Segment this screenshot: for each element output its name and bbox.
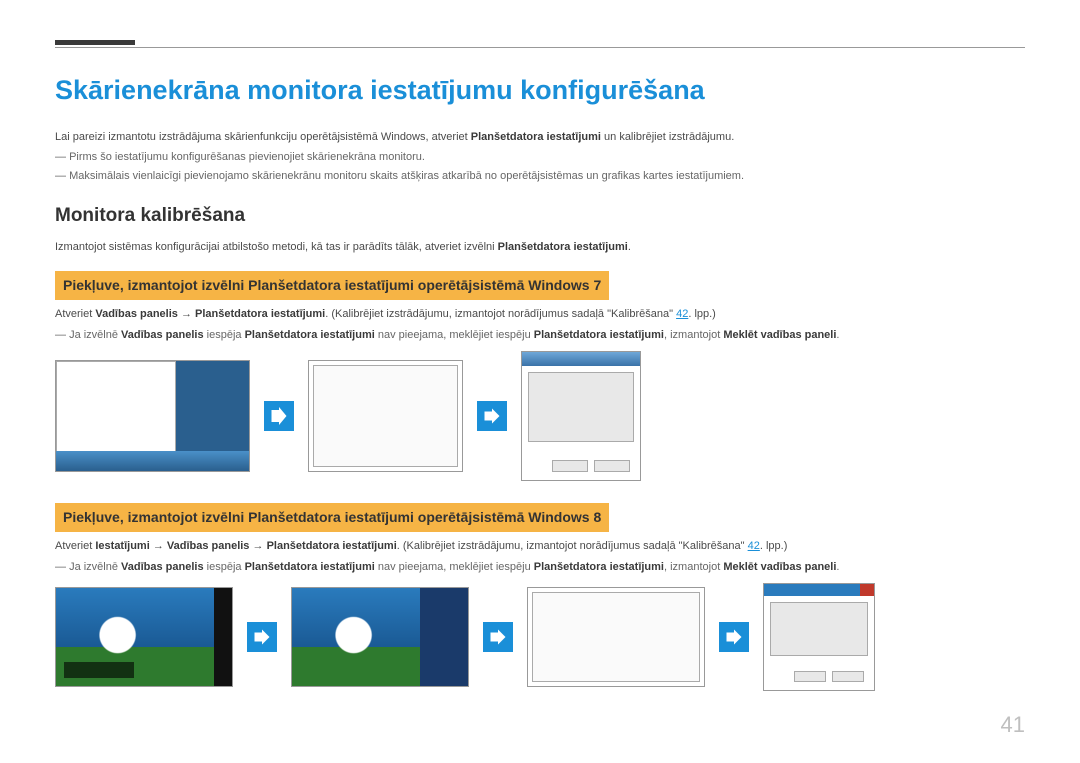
win7-page-link[interactable]: 42 [676, 308, 688, 320]
chapter-rule-thick [55, 40, 135, 45]
win8-a1: → [150, 540, 167, 552]
win7-screenshot-row [55, 351, 1025, 481]
win8-paragraph: Atveriet Iestatījumi → Vadības panelis →… [55, 538, 1025, 555]
intro-text-2: un kalibrējiet izstrādājumu. [601, 131, 734, 143]
win8-d-m2: nav pieejama, meklējiet iespēju [375, 561, 534, 573]
win8-d-m3: , izmantojot [664, 561, 723, 573]
win7-shot-controlpanel [308, 360, 463, 472]
win8-b1: Iestatījumi [95, 540, 149, 552]
section-text-1: Izmantojot sistēmas konfigurācijai atbil… [55, 241, 498, 253]
win7-d-b2: Planšetdatora iestatījumi [245, 329, 375, 341]
win8-a2: → [249, 540, 266, 552]
win7-t1: Atveriet [55, 308, 95, 320]
win7-d-t1: Ja izvēlnē [69, 329, 121, 341]
win7-heading-band: Piekļuve, izmantojot izvēlni Planšetdato… [55, 271, 609, 300]
page-title: Skārienekrāna monitora iestatījumu konfi… [55, 70, 1025, 111]
section-text-2: . [628, 241, 631, 253]
chapter-rule-thin [55, 47, 1025, 48]
intro-bold: Planšetdatora iestatījumi [471, 131, 601, 143]
intro-note-2: Maksimālais vienlaicīgi pievienojamo skā… [55, 168, 1025, 185]
section-paragraph: Izmantojot sistēmas konfigurācijai atbil… [55, 239, 1025, 256]
win7-d-suf: . [836, 329, 839, 341]
intro-note-1: Pirms šo iestatījumu konfigurēšanas piev… [55, 149, 1025, 166]
win8-b2: Vadības panelis [167, 540, 250, 552]
intro-text-1: Lai pareizi izmantotu izstrādājuma skāri… [55, 131, 471, 143]
win7-d-m1: iespēja [204, 329, 245, 341]
page-number: 41 [1001, 708, 1025, 741]
arrow-icon [264, 401, 294, 431]
win7-shot-tablet-settings [521, 351, 641, 481]
win7-d-b3: Planšetdatora iestatījumi [534, 329, 664, 341]
win8-shot-desktop [55, 587, 233, 687]
win8-b3: Planšetdatora iestatījumi [267, 540, 397, 552]
win7-b1: Vadības panelis [95, 308, 178, 320]
win7-b2: Planšetdatora iestatījumi [195, 308, 325, 320]
win8-shot-controlpanel [527, 587, 705, 687]
win8-d-b3: Planšetdatora iestatījumi [534, 561, 664, 573]
arrow-icon [483, 622, 513, 652]
win7-d-m2: nav pieejama, meklējiet iespēju [375, 329, 534, 341]
win7-paragraph: Atveriet Vadības panelis → Planšetdatora… [55, 306, 1025, 323]
win7-d-b4: Meklēt vadības paneli [723, 329, 836, 341]
win7-tail: . lpp.) [688, 308, 716, 320]
win8-d-b4: Meklēt vadības paneli [723, 561, 836, 573]
win7-a1: → [178, 308, 195, 320]
win8-mid: . (Kalibrējiet izstrādājumu, izmantojot … [397, 540, 748, 552]
arrow-icon [477, 401, 507, 431]
win7-d-m3: , izmantojot [664, 329, 723, 341]
section-heading: Monitora kalibrēšana [55, 202, 1025, 231]
win8-shot-settings-charm [291, 587, 469, 687]
win8-tail: . lpp.) [760, 540, 788, 552]
win8-d-b1: Vadības panelis [121, 561, 204, 573]
win8-heading-band: Piekļuve, izmantojot izvēlni Planšetdato… [55, 503, 609, 532]
win7-note: Ja izvēlnē Vadības panelis iespēja Planš… [55, 327, 1025, 344]
win8-shot-tablet-settings [763, 583, 875, 691]
win7-d-b1: Vadības panelis [121, 329, 204, 341]
section-bold: Planšetdatora iestatījumi [498, 241, 628, 253]
win8-t1: Atveriet [55, 540, 95, 552]
win8-note: Ja izvēlnē Vadības panelis iespēja Planš… [55, 559, 1025, 576]
win8-d-suf: . [836, 561, 839, 573]
win8-d-t1: Ja izvēlnē [69, 561, 121, 573]
win7-mid: . (Kalibrējiet izstrādājumu, izmantojot … [325, 308, 676, 320]
win8-page-link[interactable]: 42 [748, 540, 760, 552]
win8-screenshot-row [55, 583, 1025, 691]
intro-paragraph: Lai pareizi izmantotu izstrādājuma skāri… [55, 129, 1025, 146]
arrow-icon [247, 622, 277, 652]
win7-shot-startmenu [55, 360, 250, 472]
arrow-icon [719, 622, 749, 652]
win8-d-b2: Planšetdatora iestatījumi [245, 561, 375, 573]
win8-d-m1: iespēja [204, 561, 245, 573]
